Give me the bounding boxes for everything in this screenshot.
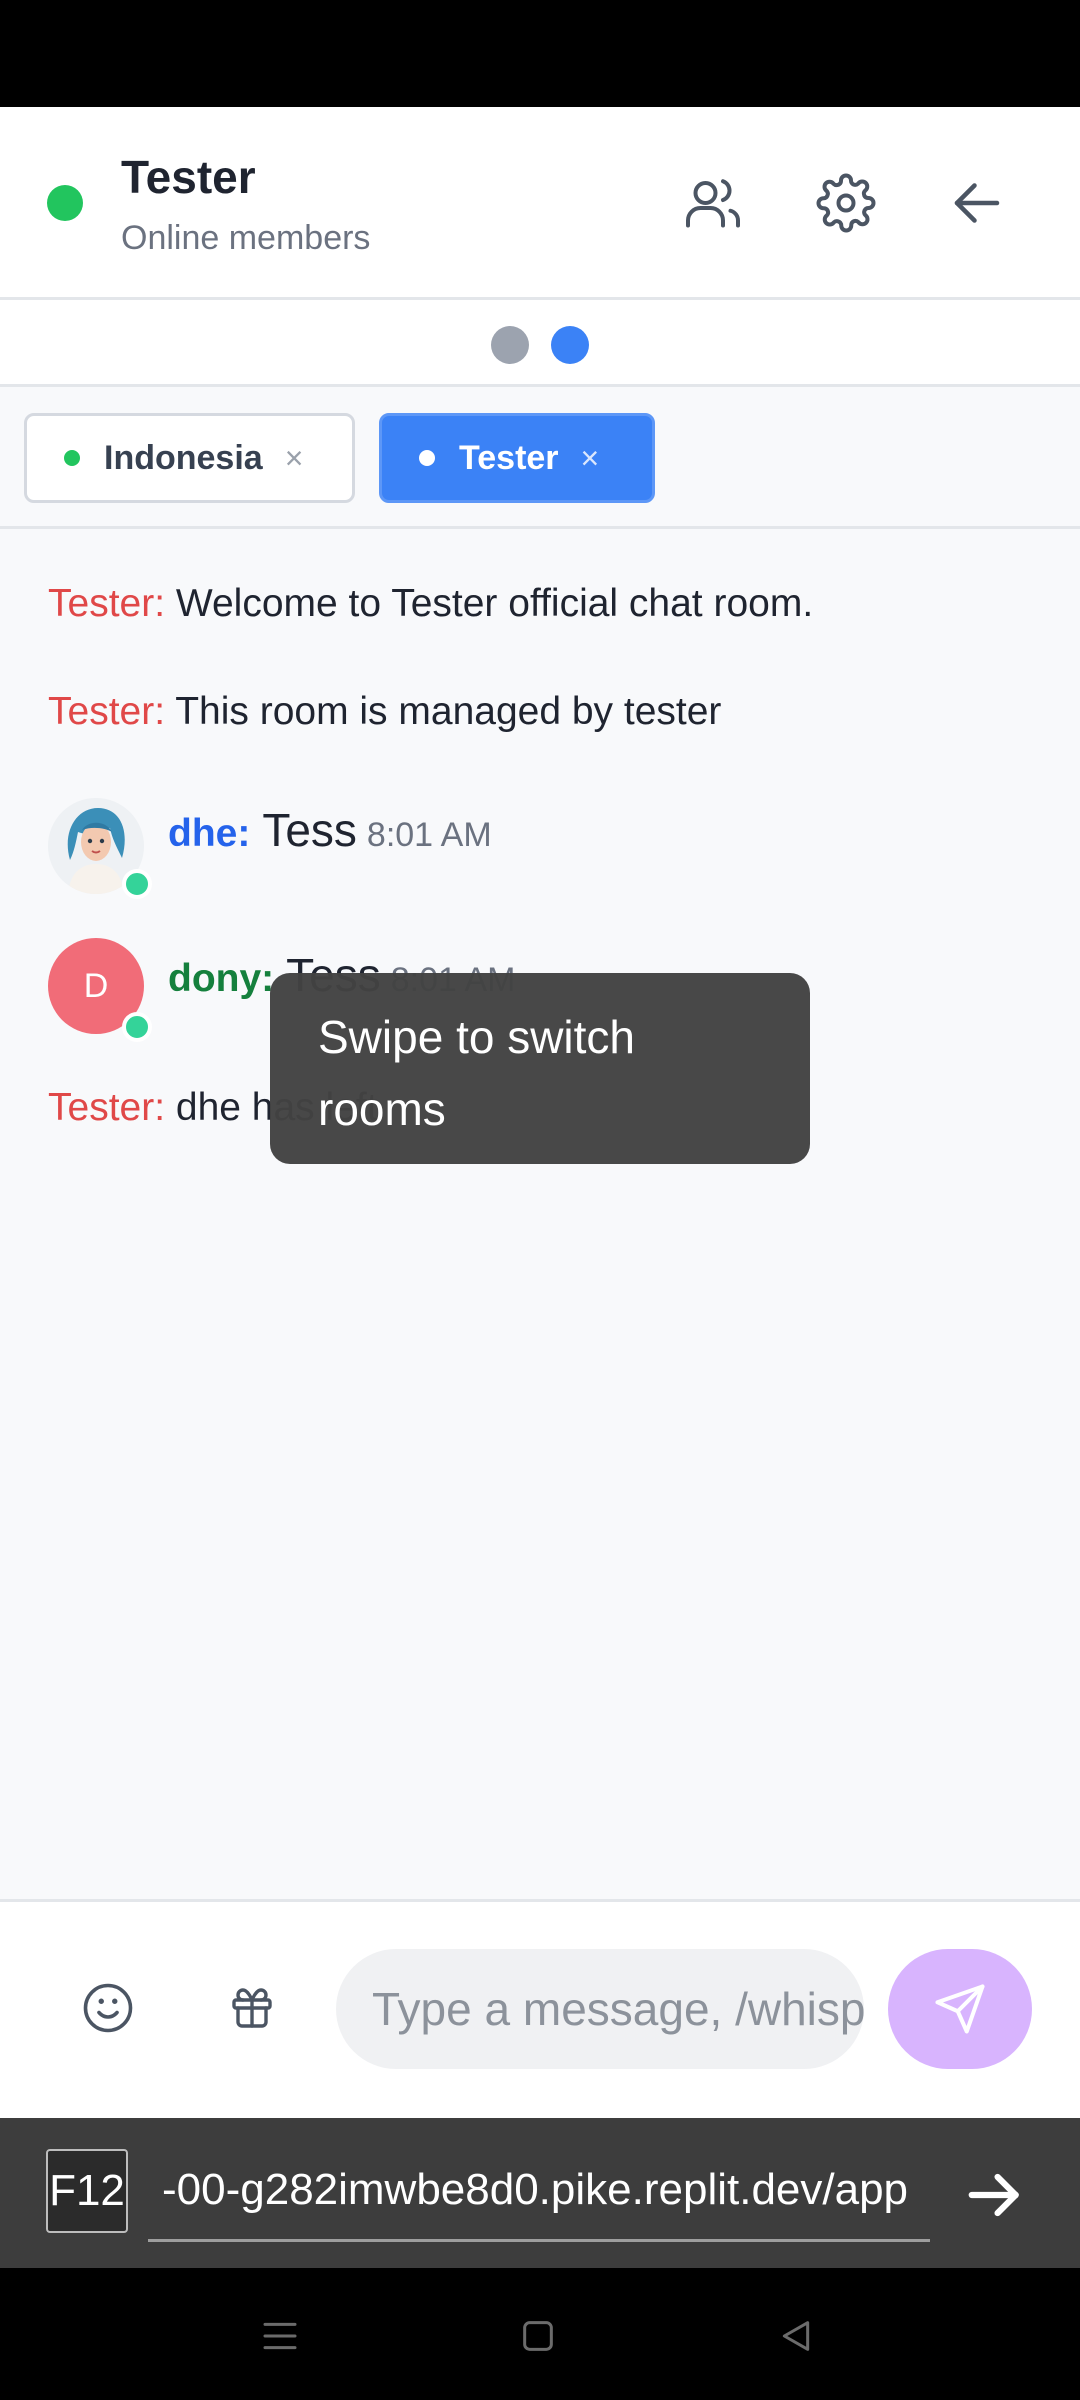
swipe-hint-toast: Swipe to switch rooms (270, 973, 810, 1164)
message-timestamp: 8:01 AM (366, 816, 492, 854)
tab-status-dot (419, 450, 435, 466)
user-message: dhe: Tess 8:01 AM (168, 803, 492, 857)
gear-icon[interactable] (813, 170, 879, 236)
emoji-icon[interactable] (77, 1977, 139, 2039)
message-text: Tess (262, 804, 357, 856)
tab-indonesia[interactable]: Indonesia × (24, 413, 355, 503)
system-message: Tester: This room is managed by tester (48, 690, 721, 734)
system-message: Tester: Welcome to Tester official chat … (48, 582, 813, 626)
message-author: Tester: (48, 1086, 166, 1129)
message-author: Tester: (48, 690, 166, 733)
tab-status-dot (64, 450, 80, 466)
chat-messages-area[interactable] (0, 529, 1080, 1899)
room-subtitle[interactable]: Online members (121, 219, 370, 258)
recent-apps-icon[interactable] (254, 2310, 306, 2362)
room-pager (0, 300, 1080, 387)
message-author[interactable]: dhe: (168, 812, 250, 855)
room-title: Tester (121, 151, 256, 203)
gift-icon[interactable] (221, 1977, 283, 2039)
home-icon[interactable] (512, 2310, 564, 2362)
message-input[interactable] (336, 1949, 864, 2069)
online-status-dot (47, 185, 83, 221)
message-author[interactable]: dony: (168, 957, 274, 1000)
message-author: Tester: (48, 582, 166, 625)
tab-tester[interactable]: Tester × (379, 413, 655, 503)
message-text: This room is managed by tester (175, 690, 722, 733)
close-icon[interactable]: × (581, 440, 600, 477)
presence-online-dot (122, 869, 152, 899)
pager-dot-2-active[interactable] (551, 326, 589, 364)
go-arrow-icon[interactable] (960, 2160, 1030, 2230)
back-arrow-icon[interactable] (944, 170, 1010, 236)
url-field[interactable]: -00-g282imwbe8d0.pike.replit.dev/app (148, 2150, 930, 2242)
pager-dot-1[interactable] (491, 326, 529, 364)
f12-devtools-button[interactable]: F12 (46, 2149, 128, 2233)
tab-label: Tester (459, 438, 559, 477)
members-icon[interactable] (680, 170, 746, 236)
back-nav-icon[interactable] (770, 2310, 822, 2362)
close-icon[interactable]: × (285, 440, 304, 477)
message-text: Welcome to Tester official chat room. (175, 582, 814, 625)
status-bar (0, 0, 1080, 107)
send-button[interactable] (888, 1949, 1032, 2069)
send-icon (935, 1984, 985, 2034)
tab-label: Indonesia (104, 438, 263, 477)
presence-online-dot (122, 1012, 152, 1042)
